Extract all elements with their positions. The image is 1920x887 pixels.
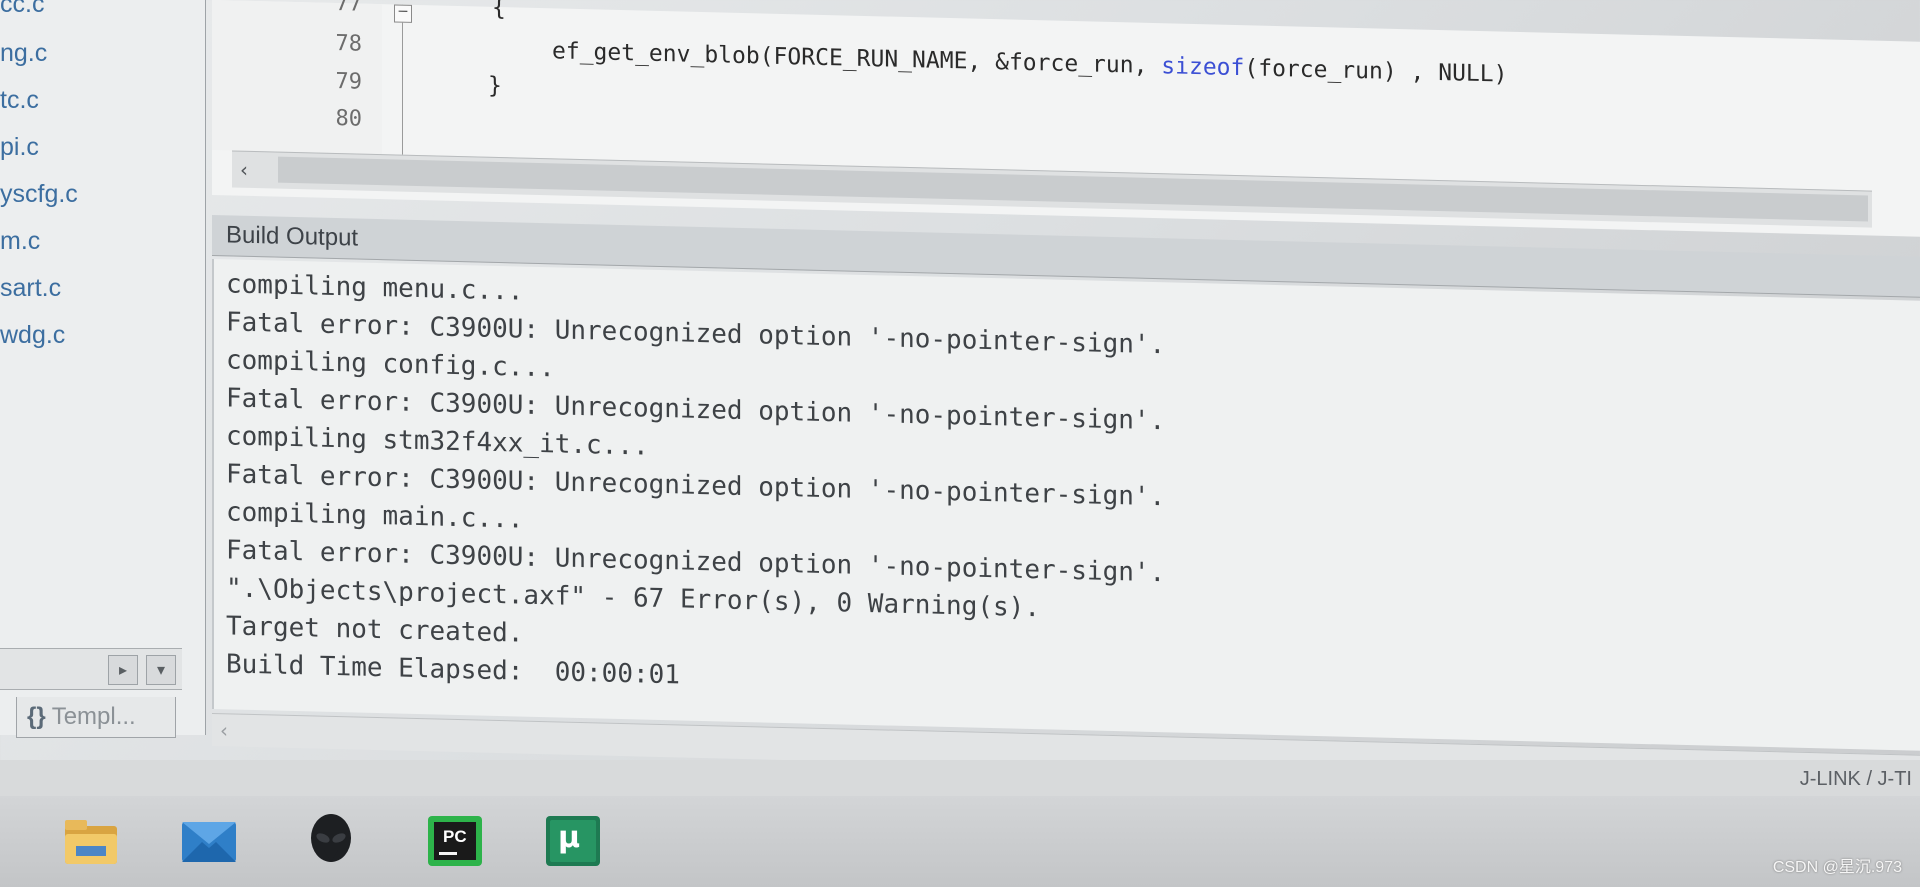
line-number: 80 [335,106,363,132]
file-explorer-icon[interactable] [62,814,120,868]
template-icon: {} [27,703,46,730]
keyword: sizeof [1161,53,1245,82]
file-item[interactable]: ng.c [0,39,47,73]
code-line: { [492,0,506,22]
line-number: 77 [335,0,363,17]
line-number-gutter: 77 78 79 80 [212,0,382,155]
code-line: ef_get_env_blob(FORCE_RUN_NAME, &force_r… [552,38,1507,87]
output-line: compiling config.c... [226,345,555,384]
output-line: compiling stm32f4xx_it.c... [226,421,649,462]
pycharm-label: PC [443,827,467,846]
scroll-right-icon[interactable]: ▸ [108,655,138,685]
output-line: Target not created. [226,611,524,649]
keil-label: μ [558,820,581,855]
debugger-status: J-LINK / J-TI [1799,768,1912,790]
csdn-watermark: CSDN @星沉.973 [1772,859,1902,876]
status-bar: J-LINK / J-TI [0,760,1920,796]
output-line: compiling menu.c... [226,269,524,307]
line-number: 79 [335,69,363,95]
panel-title: Build Output [226,221,359,252]
fold-guide [402,4,403,155]
panel-scrollbar[interactable]: ▸ ▾ [0,648,182,690]
tab-templates[interactable]: {} Templ... [16,697,176,738]
file-item[interactable]: sart.c [0,274,61,308]
scroll-left-icon[interactable]: ‹ [220,718,228,742]
scrollbar-thumb[interactable] [278,156,1868,222]
code-text: (force_run) , NULL) [1244,55,1508,88]
line-number: 78 [335,31,363,57]
file-item[interactable]: m.c [0,227,40,261]
editor-horizontal-scrollbar[interactable]: ‹ [232,150,1872,228]
file-item[interactable]: wdg.c [0,321,65,355]
build-output-text[interactable]: compiling menu.c... Fatal error: C3900U:… [212,259,1920,751]
scroll-left-icon[interactable]: ‹ [240,158,248,182]
collapse-icon[interactable]: − [394,4,412,23]
code-editor[interactable]: 77 78 79 80 − { ef_get_env_blob(FORCE_RU… [212,0,1920,237]
project-panel: cc.c ng.c tc.c pi.c yscfg.c m.c sart.c w… [0,0,206,738]
alienware-icon[interactable] [302,814,360,868]
pycharm-icon[interactable]: PC [426,814,484,868]
taskbar: PC μ CSDN @星沉.973 [0,796,1920,887]
build-output-panel: Build Output compiling menu.c... Fatal e… [212,215,1920,797]
file-item[interactable]: cc.c [0,0,44,24]
output-line: compiling main.c... [226,497,524,535]
keil-uvision-icon[interactable]: μ [544,814,602,868]
tab-label: Templ... [51,703,136,730]
code-text: ef_get_env_blob(FORCE_RUN_NAME, &force_r… [552,38,1162,80]
file-item[interactable]: pi.c [0,133,39,167]
output-line: Build Time Elapsed: 00:00:01 [226,649,680,691]
chevron-down-icon[interactable]: ▾ [146,655,176,685]
file-item[interactable]: yscfg.c [0,180,78,214]
code-line: } [488,72,502,100]
file-item[interactable]: tc.c [0,86,39,120]
mail-icon[interactable] [180,814,238,868]
